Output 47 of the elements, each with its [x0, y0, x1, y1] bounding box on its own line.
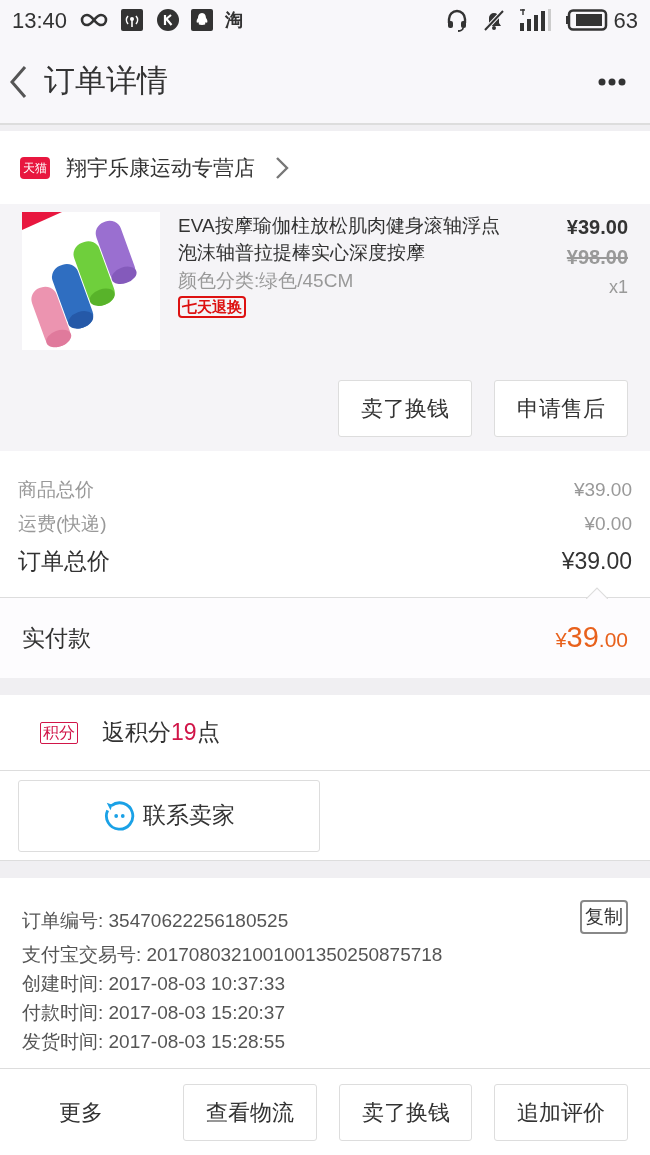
summary-label: 订单总价 [18, 547, 110, 576]
chat-face-icon [103, 799, 135, 832]
summary-value: ¥39.00 [561, 547, 632, 576]
action-button[interactable]: 追加评价 [494, 1083, 628, 1141]
radio-signal-icon [121, 9, 144, 31]
back-icon[interactable] [8, 63, 28, 100]
copy-button[interactable]: 复制 [580, 900, 628, 934]
points-text: 返积分19点 [102, 718, 220, 748]
battery-percent: 63 [613, 6, 638, 35]
chevron-right-icon[interactable] [275, 155, 289, 180]
paid-amount: ¥39.00 [555, 620, 628, 656]
more-icon[interactable] [598, 77, 626, 86]
order-info-line: 发货时间: 2017-08-03 15:28:55 [22, 1030, 285, 1054]
order-info-line: 订单编号: 35470622256180525 [22, 909, 289, 933]
points-badge: 积分 [40, 721, 78, 744]
infinity-icon [79, 12, 110, 28]
battery-icon [565, 9, 608, 31]
summary-value: ¥39.00 [573, 478, 632, 502]
action-button[interactable]: 查看物流 [183, 1083, 317, 1141]
tmall-badge: 天猫 [20, 156, 50, 179]
product-price: ¥39.00 [566, 215, 628, 240]
original-price: ¥98.00 [566, 245, 628, 270]
headset-icon [445, 8, 468, 32]
summary-label: 运费(快递) [18, 512, 107, 536]
clock-time: 13:40 [12, 6, 68, 35]
k-app-icon [157, 9, 180, 31]
page-title: 订单详情 [44, 62, 168, 101]
paid-label: 实付款 [22, 623, 91, 653]
more-button[interactable]: 更多 [0, 1095, 162, 1129]
summary-label: 商品总价 [18, 478, 94, 502]
action-button[interactable]: 卖了换钱 [338, 380, 472, 437]
muted-bell-icon [481, 8, 506, 32]
order-info-line: 支付宝交易号: 2017080321001001350250875718 [22, 943, 443, 967]
order-info-line: 创建时间: 2017-08-03 10:37:33 [22, 972, 285, 996]
return-policy-tag: 七天退换 [178, 296, 246, 318]
cell-signal-icon [517, 8, 552, 32]
action-button[interactable]: 申请售后 [494, 380, 628, 437]
product-title[interactable]: EVA按摩瑜伽柱放松肌肉健身滚轴浮点泡沫轴普拉提棒实心深度按摩 [178, 212, 509, 266]
penguin-icon [191, 9, 214, 31]
action-button[interactable]: 卖了换钱 [338, 1083, 473, 1141]
order-info-line: 付款时间: 2017-08-03 15:20:37 [22, 1001, 285, 1025]
quantity: x1 [609, 276, 628, 299]
summary-value: ¥0.00 [584, 512, 632, 536]
product-variant: 颜色分类:绿色/45CM [178, 269, 355, 293]
store-name[interactable]: 翔宇乐康运动专营店 [66, 151, 255, 184]
notification-glyph: 淘 [225, 8, 244, 32]
contact-seller-button[interactable]: 联系卖家 [18, 779, 320, 852]
